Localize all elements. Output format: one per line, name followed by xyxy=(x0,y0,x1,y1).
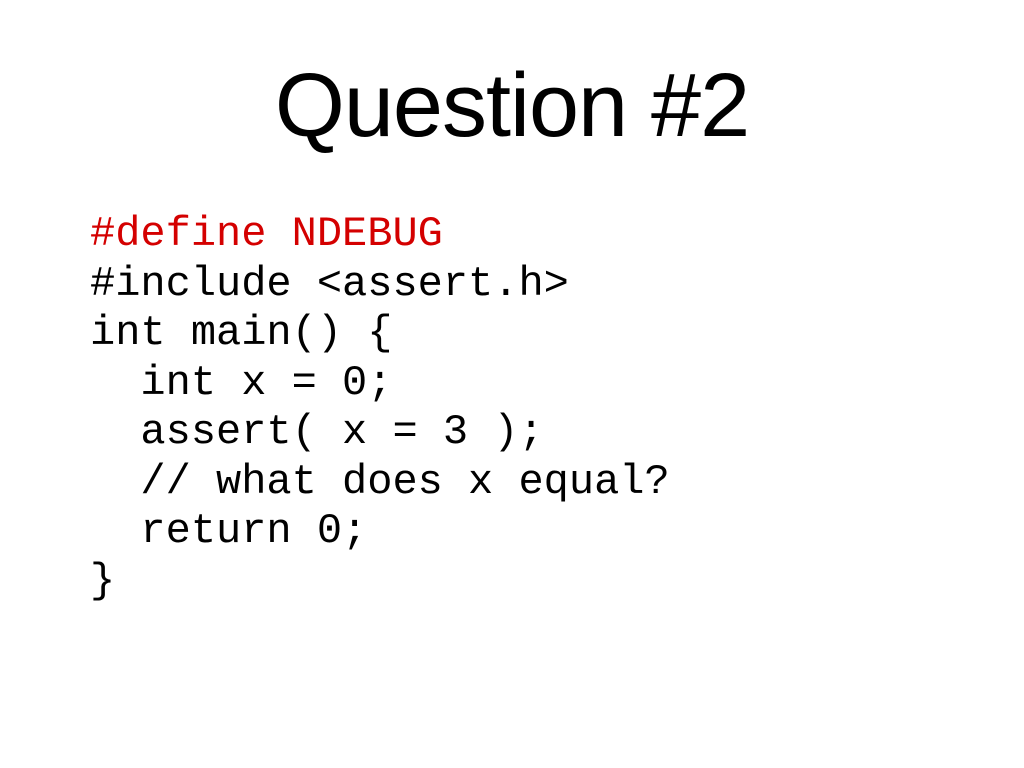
code-line-5: assert( x = 3 ); xyxy=(90,408,544,456)
slide-title: Question #2 xyxy=(0,55,1024,158)
code-line-2: #include <assert.h> xyxy=(90,260,569,308)
code-line-4: int x = 0; xyxy=(90,359,392,407)
code-line-7: return 0; xyxy=(90,507,367,555)
code-block: #define NDEBUG #include <assert.h> int m… xyxy=(90,210,670,606)
code-line-1: #define NDEBUG xyxy=(90,210,443,258)
code-line-3: int main() { xyxy=(90,309,392,357)
slide: Question #2 #define NDEBUG #include <ass… xyxy=(0,0,1024,768)
code-line-8: } xyxy=(90,557,115,605)
code-line-6: // what does x equal? xyxy=(90,458,670,506)
